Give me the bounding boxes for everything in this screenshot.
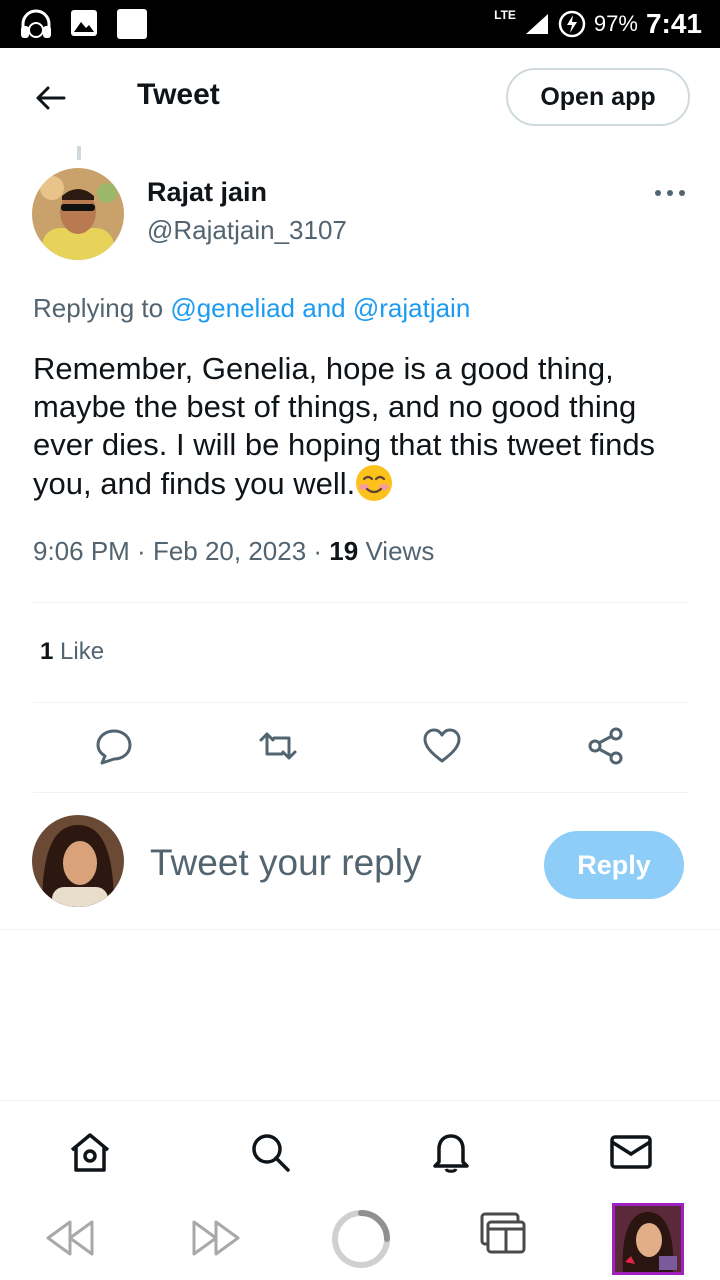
tweet-body: Remember, Genelia, hope is a good thing,… xyxy=(33,351,656,501)
replying-to: Replying to @geneliad and @rajatjain xyxy=(33,293,470,324)
home-icon[interactable] xyxy=(68,1130,112,1174)
network-type: LTE xyxy=(494,8,516,22)
tweet-time: 9:06 PM xyxy=(33,536,130,566)
tweet-meta: 9:06 PM · Feb 20, 2023 · 19 Views xyxy=(33,536,435,566)
profile-icon[interactable] xyxy=(612,1203,684,1275)
thread-line xyxy=(77,146,81,160)
bottom-nav-divider xyxy=(0,1100,720,1101)
status-bar: LTE 97% 7:41 xyxy=(0,0,720,48)
messages-icon[interactable] xyxy=(609,1130,653,1174)
back-icon[interactable] xyxy=(44,1218,96,1258)
replying-mentions[interactable]: @geneliad and @rajatjain xyxy=(170,293,470,323)
loading-icon[interactable] xyxy=(330,1208,392,1270)
author-name[interactable]: Rajat jain xyxy=(147,177,267,208)
open-app-button[interactable]: Open app xyxy=(506,68,690,126)
page-title: Tweet xyxy=(137,78,220,111)
user-avatar-image xyxy=(32,815,124,907)
back-arrow-icon[interactable] xyxy=(30,78,70,118)
likes-summary[interactable]: 1 Like xyxy=(40,638,104,666)
author-handle[interactable]: @Rajatjain_3107 xyxy=(147,215,347,246)
battery-charging-icon xyxy=(558,10,586,38)
notifications-icon[interactable] xyxy=(429,1130,473,1174)
divider xyxy=(33,602,688,603)
tweet-date: Feb 20, 2023 xyxy=(152,536,307,566)
app-notification-icon xyxy=(117,9,147,39)
like-icon[interactable] xyxy=(422,726,462,766)
tabs-icon[interactable] xyxy=(478,1212,528,1256)
share-icon[interactable] xyxy=(586,726,626,766)
divider xyxy=(33,702,688,703)
author-avatar[interactable] xyxy=(32,168,124,260)
clock: 7:41 xyxy=(645,8,702,39)
header: Tweet Open app xyxy=(0,48,720,144)
forward-icon[interactable] xyxy=(190,1218,242,1258)
smiling-face-emoji-icon xyxy=(356,465,393,501)
reply-input[interactable]: Tweet your reply xyxy=(150,842,421,884)
user-avatar[interactable] xyxy=(32,815,124,907)
battery-percent: 97% xyxy=(593,11,638,36)
views-label: Views xyxy=(365,536,435,566)
retweet-icon[interactable] xyxy=(258,726,298,766)
likes-label: Like xyxy=(60,638,105,665)
profile-image xyxy=(615,1206,681,1272)
headphones-icon xyxy=(21,9,51,38)
signal-icon xyxy=(525,14,548,34)
image-icon xyxy=(71,10,97,36)
views-count: 19 xyxy=(329,536,359,566)
reply-icon[interactable] xyxy=(94,726,134,766)
replying-prefix: Replying to xyxy=(33,293,164,323)
divider xyxy=(33,792,688,793)
likes-count: 1 xyxy=(40,638,54,665)
search-icon[interactable] xyxy=(248,1130,292,1174)
reply-button[interactable]: Reply xyxy=(544,831,684,899)
author-avatar-image xyxy=(32,168,124,260)
more-options-icon[interactable] xyxy=(652,180,688,206)
tweet-text: Remember, Genelia, hope is a good thing,… xyxy=(33,350,693,503)
divider xyxy=(0,929,720,930)
